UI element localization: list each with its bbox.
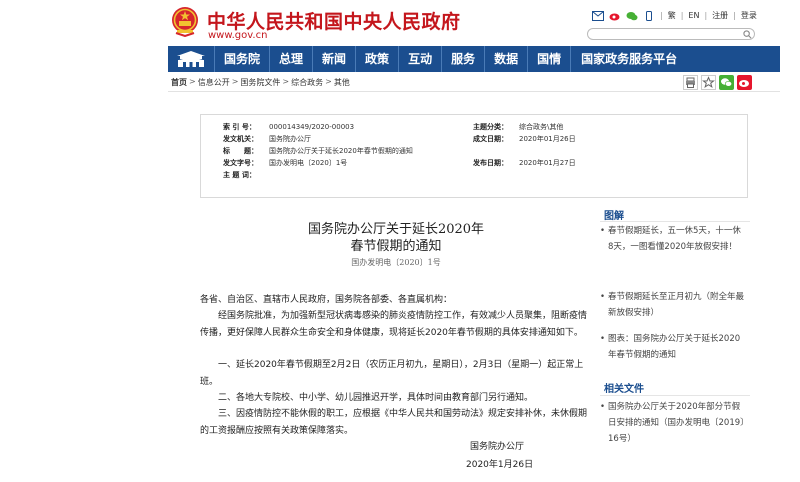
mail-icon[interactable] <box>592 10 604 21</box>
article-sign-date: 2020年1月26日 <box>466 460 534 470</box>
wechat-icon[interactable] <box>626 11 638 21</box>
top-links: | 繁 | EN | 注册 | 登录 <box>592 10 757 21</box>
national-emblem-icon[interactable] <box>171 6 199 37</box>
nav-item-policy[interactable]: 政策 <box>355 46 398 72</box>
meta-issuer: 发文机关： 国务院办公厅 <box>223 135 311 143</box>
sidebar-graphic-item[interactable]: 图表：国务院办公厅关于延长2020年春节假期的通知 <box>600 331 746 363</box>
tiananmen-icon <box>177 51 205 67</box>
breadcrumb-state-docs[interactable]: 国务院文件 <box>240 77 280 88</box>
wechat-share-icon[interactable] <box>719 75 734 90</box>
article-paragraph-2: 一、延长2020年春节假期至2月2日（农历正月初九，星期日），2月3日（星期一）… <box>200 360 584 387</box>
nav-item-interaction[interactable]: 互动 <box>398 46 441 72</box>
breadcrumb-general[interactable]: 综合政务 <box>291 77 323 88</box>
sidebar-related-item[interactable]: 国务院办公厅关于2020年部分节假日安排的通知（国办发明电〔2019〕16号） <box>600 399 746 447</box>
favorite-icon[interactable] <box>701 75 716 90</box>
weibo-icon[interactable] <box>609 11 621 21</box>
meta-subject: 主 题 词： <box>223 171 256 179</box>
search-icon[interactable] <box>743 30 752 39</box>
meta-pub-date: 发布日期： 2020年01月27日 <box>473 159 576 167</box>
link-login[interactable]: 登录 <box>741 10 757 21</box>
mobile-icon[interactable] <box>643 10 655 21</box>
article-paragraph-3: 二、各地大专院校、中小学、幼儿园推迟开学，具体时间由教育部门另行通知。 <box>218 393 534 403</box>
sidebar-graphic-item[interactable]: 春节假期延长，五一休5天，十一休8天，一图看懂2020年放假安排！ <box>600 223 746 255</box>
share-bar <box>683 75 752 90</box>
print-icon[interactable] <box>683 75 698 90</box>
article-doc-number: 国办发明电〔2020〕1号 <box>351 258 441 267</box>
document-metadata-table: 索 引 号： 000014349/2020-00003 主题分类： 综合政务\其他 … <box>200 114 748 198</box>
breadcrumb-bar: 首页 > 信息公开 > 国务院文件 > 综合政务 > 其他 <box>168 74 780 92</box>
nav-home[interactable] <box>168 46 214 72</box>
nav-item-gov-service-platform[interactable]: 国家政务服务平台 <box>570 46 687 72</box>
article-salutation: 各省、自治区、直辖市人民政府，国务院各部委、各直属机构： <box>200 295 453 305</box>
nav-item-data[interactable]: 数据 <box>484 46 527 72</box>
link-register[interactable]: 注册 <box>712 10 728 21</box>
link-english[interactable]: EN <box>688 11 699 20</box>
meta-topic: 主题分类： 综合政务\其他 <box>473 123 564 131</box>
meta-index: 索 引 号： 000014349/2020-00003 <box>223 123 355 131</box>
breadcrumb: 首页 > 信息公开 > 国务院文件 > 综合政务 > 其他 <box>171 77 350 88</box>
nav-item-services[interactable]: 服务 <box>441 46 484 72</box>
sidebar-graphic-item[interactable]: 春节假期延长至正月初九（附全年最新放假安排） <box>600 289 746 321</box>
article-paragraph-1: 经国务院批准，为加强新型冠状病毒感染的肺炎疫情防控工作，有效减少人员聚集，阻断疫… <box>200 311 588 338</box>
breadcrumb-home[interactable]: 首页 <box>171 77 187 88</box>
sidebar-graphics-heading: 图解 <box>604 211 624 222</box>
breadcrumb-other[interactable]: 其他 <box>334 77 350 88</box>
main-nav: 国务院 总理 新闻 政策 互动 服务 数据 国情 国家政务服务平台 <box>168 46 780 72</box>
site-header: 中华人民共和国中央人民政府 www.gov.cn | 繁 | EN | 注册 |… <box>0 0 800 45</box>
site-url: www.gov.cn <box>208 30 268 41</box>
article-signer: 国务院办公厅 <box>470 442 525 452</box>
sidebar-related-heading: 相关文件 <box>604 384 644 395</box>
nav-item-national-info[interactable]: 国情 <box>527 46 570 72</box>
meta-doc-number: 发文字号： 国办发明电〔2020〕1号 <box>223 159 348 167</box>
meta-date-made: 成文日期： 2020年01月26日 <box>473 135 576 143</box>
article-title: 国务院办公厅关于延长2020年 春节假期的通知 <box>307 222 485 254</box>
link-traditional[interactable]: 繁 <box>668 10 676 21</box>
nav-item-premier[interactable]: 总理 <box>269 46 312 72</box>
nav-item-news[interactable]: 新闻 <box>312 46 355 72</box>
meta-title: 标 题： 国务院办公厅关于延长2020年春节假期的通知 <box>223 147 413 155</box>
weibo-share-icon[interactable] <box>737 75 752 90</box>
breadcrumb-info-public[interactable]: 信息公开 <box>198 77 230 88</box>
nav-item-state-council[interactable]: 国务院 <box>214 46 269 72</box>
search-input[interactable] <box>587 28 755 40</box>
article-paragraph-4: 三、因疫情防控不能休假的职工，应根据《中华人民共和国劳动法》规定安排补休，未休假… <box>200 409 588 436</box>
